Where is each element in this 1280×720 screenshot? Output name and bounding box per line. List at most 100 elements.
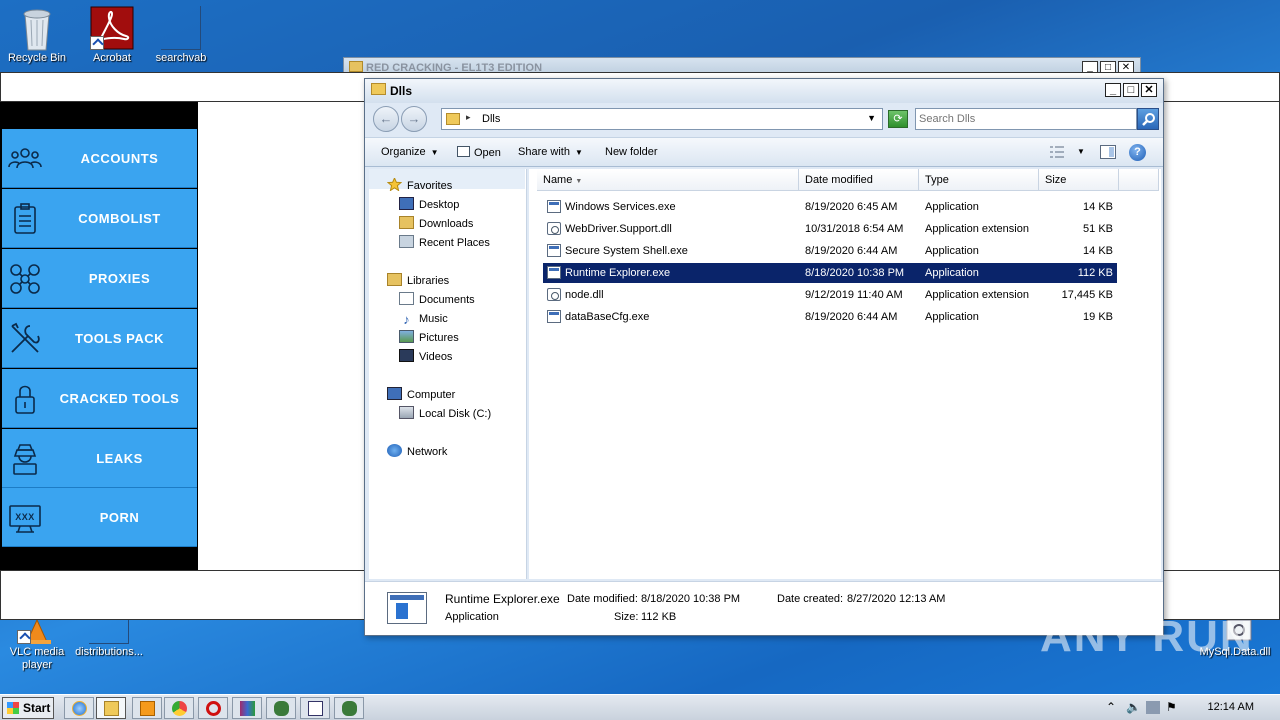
users-icon	[8, 148, 42, 169]
nav-desktop[interactable]: Desktop	[399, 196, 459, 214]
back-button[interactable]: ←	[373, 106, 399, 132]
file-row-selected[interactable]: Runtime Explorer.exe 8/18/2020 10:38 PM …	[543, 263, 1117, 283]
search-input[interactable]	[919, 111, 1129, 127]
menu-proxies[interactable]: PROXIES	[2, 249, 197, 308]
menu-leaks[interactable]: LEAKS	[2, 429, 197, 488]
window-title: Dlls	[390, 84, 413, 98]
explorer-titlebar[interactable]: Dlls _ □ ✕	[365, 79, 1163, 103]
play-icon	[140, 701, 155, 716]
nav-videos[interactable]: Videos	[399, 348, 452, 366]
address-path[interactable]: Dlls	[482, 113, 500, 125]
taskbar-media-player[interactable]	[132, 697, 162, 719]
help-icon[interactable]: ?	[1129, 144, 1146, 161]
desktop-icon-recycle-bin[interactable]: Recycle Bin	[0, 6, 74, 65]
menu-porn[interactable]: XXX PORN	[2, 488, 197, 547]
search-icon	[1142, 113, 1155, 126]
anyrun-watermark: ANY RUN	[1040, 612, 1254, 661]
tray-expand-icon[interactable]: ⌃	[1106, 701, 1120, 714]
network-icon	[10, 264, 40, 294]
nav-computer[interactable]: Computer	[387, 386, 455, 404]
videos-icon	[399, 349, 414, 362]
details-date-modified: 8/18/2020 10:38 PM	[641, 593, 741, 605]
file-row[interactable]: Secure System Shell.exe 8/19/2020 6:44 A…	[543, 241, 1117, 261]
nav-network[interactable]: Network	[387, 443, 447, 461]
clock[interactable]: 12:14 AM	[1208, 701, 1254, 713]
close-button[interactable]: ✕	[1141, 83, 1157, 97]
desktop-icon-distributions[interactable]: distributions...	[72, 618, 146, 659]
desktop-icon-acrobat[interactable]: Acrobat	[75, 6, 149, 65]
file-row[interactable]: node.dll 9/12/2019 11:40 AM Application …	[543, 285, 1117, 305]
nav-pictures[interactable]: Pictures	[399, 329, 459, 347]
column-size[interactable]: Size	[1039, 169, 1119, 191]
folder-icon	[349, 61, 363, 72]
exe-file-icon	[547, 310, 561, 323]
menu-combolist[interactable]: COMBOLIST	[2, 189, 197, 248]
acrobat-icon	[90, 6, 134, 50]
new-folder-button[interactable]: New folder	[605, 146, 658, 158]
network-tray-icon[interactable]	[1146, 701, 1160, 714]
pictures-icon	[399, 330, 414, 343]
taskbar-chrome[interactable]	[164, 697, 194, 719]
tools-icon	[11, 322, 40, 353]
chrome-icon	[172, 701, 187, 716]
exe-file-icon	[547, 200, 561, 213]
view-options-icon[interactable]	[1049, 145, 1065, 159]
nav-libraries[interactable]: Libraries	[387, 272, 449, 290]
explorer-window[interactable]: Dlls _ □ ✕ ← → ▸ Dlls ▼ ⟳ Organize▼ Open…	[364, 78, 1164, 636]
volume-icon[interactable]: 🔈	[1126, 701, 1141, 714]
drive-icon	[399, 406, 414, 419]
taskbar-ie[interactable]	[64, 697, 94, 719]
lock-icon	[15, 385, 35, 414]
search-box[interactable]	[915, 108, 1137, 130]
taskbar-winrar[interactable]	[232, 697, 262, 719]
view-dropdown[interactable]: ▼	[1077, 147, 1085, 156]
open-button[interactable]: Open	[457, 146, 501, 159]
minimize-button[interactable]: _	[1105, 83, 1121, 97]
star-icon	[386, 176, 403, 192]
search-button[interactable]	[1137, 108, 1159, 130]
folder-icon	[371, 83, 386, 95]
exe-file-icon	[547, 244, 561, 257]
column-date-modified[interactable]: Date modified	[799, 169, 919, 191]
nav-documents[interactable]: Documents	[399, 291, 475, 309]
system-tray: ⌃ 🔈 ⚑ 12:14 AM	[1100, 695, 1280, 720]
flag-icon[interactable]: ⚑	[1166, 701, 1180, 714]
maximize-button[interactable]: □	[1123, 83, 1139, 97]
nav-favorites[interactable]: Favorites	[386, 176, 452, 195]
forward-button[interactable]: →	[401, 106, 427, 132]
bug-icon	[342, 701, 357, 716]
dll-file-icon	[547, 288, 561, 301]
column-name[interactable]: Name ▼	[537, 169, 799, 191]
navigation-pane: Favorites Desktop Downloads Recent Place…	[369, 169, 527, 579]
taskbar-explorer[interactable]	[96, 697, 126, 719]
nav-local-disk[interactable]: Local Disk (C:)	[399, 405, 491, 423]
nav-downloads[interactable]: Downloads	[399, 215, 473, 233]
winrar-icon	[240, 701, 255, 716]
nav-music[interactable]: ♪ Music	[399, 310, 447, 328]
open-icon	[457, 146, 470, 157]
desktop-icon-searchvab[interactable]: searchvab	[144, 6, 218, 65]
taskbar-app-1[interactable]	[266, 697, 296, 719]
column-type[interactable]: Type	[919, 169, 1039, 191]
file-row[interactable]: WebDriver.Support.dll 10/31/2018 6:54 AM…	[543, 219, 1117, 239]
start-button[interactable]: Start	[2, 697, 54, 719]
file-row[interactable]: Windows Services.exe 8/19/2020 6:45 AM A…	[543, 197, 1117, 217]
taskbar-app-2[interactable]	[300, 697, 330, 719]
organize-button[interactable]: Organize ▼	[381, 146, 439, 158]
menu-accounts[interactable]: ACCOUNTS	[2, 129, 197, 188]
refresh-button[interactable]: ⟳	[888, 110, 908, 128]
taskbar: Start ⌃ 🔈 ⚑ 12:14 AM	[0, 694, 1280, 720]
taskbar-opera[interactable]	[198, 697, 228, 719]
address-row: ← → ▸ Dlls ▼ ⟳	[365, 103, 1163, 135]
menu-cracked-tools[interactable]: CRACKED TOOLS	[2, 369, 197, 428]
taskbar-app-3[interactable]	[334, 697, 364, 719]
file-row[interactable]: dataBaseCfg.exe 8/19/2020 6:44 AM Applic…	[543, 307, 1117, 327]
desktop-icon-vlc[interactable]: VLC media player	[0, 618, 74, 672]
share-with-button[interactable]: Share with ▼	[518, 146, 583, 158]
nav-recent-places[interactable]: Recent Places	[399, 234, 490, 252]
menu-tools-pack[interactable]: TOOLS PACK	[2, 309, 197, 368]
address-bar[interactable]: ▸ Dlls ▼	[441, 108, 883, 130]
chevron-right-icon[interactable]: ▸	[466, 112, 471, 123]
preview-pane-icon[interactable]	[1100, 145, 1116, 159]
chevron-down-icon[interactable]: ▼	[867, 113, 876, 123]
